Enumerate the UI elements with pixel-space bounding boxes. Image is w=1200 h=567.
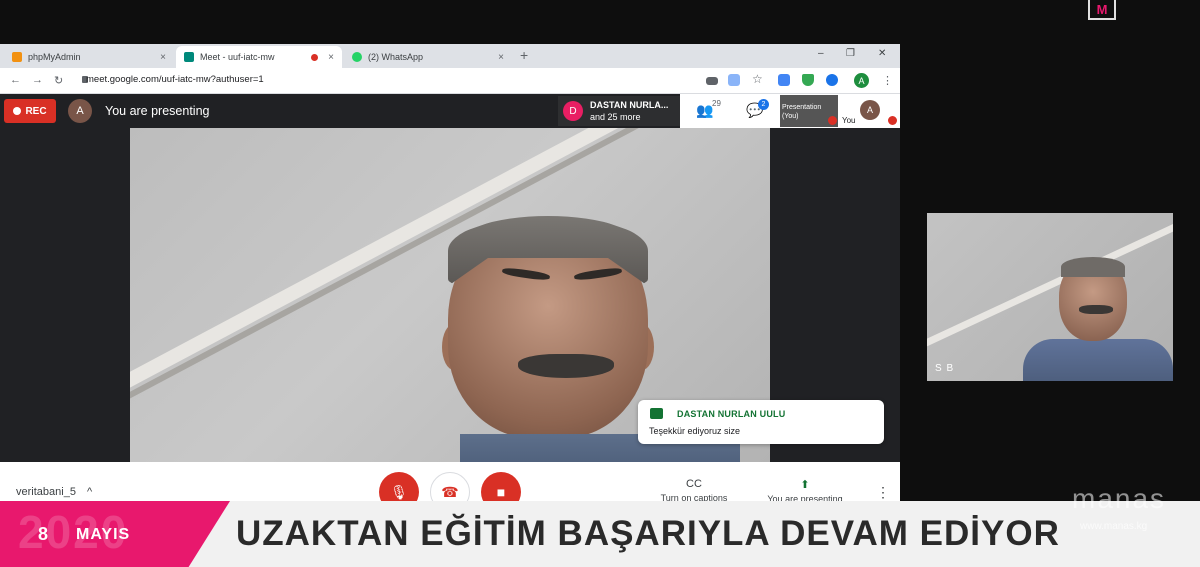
new-tab-button[interactable]: +: [520, 47, 528, 63]
chat-sender: DASTAN NURLAN UULU: [677, 409, 786, 419]
broadcast-logo: M: [1088, 0, 1116, 20]
wall-molding: [927, 213, 1173, 355]
profile-avatar[interactable]: A: [854, 73, 869, 88]
muted-icon: [828, 116, 837, 125]
record-dot-icon: [13, 107, 22, 115]
browser-menu-button[interactable]: ⋮: [882, 74, 893, 87]
chat-count-badge: 2: [758, 99, 769, 110]
url-field[interactable]: meet.google.com/uuf-iatc-mw?authuser=1: [86, 74, 264, 85]
restore-button[interactable]: ❐: [846, 48, 855, 59]
date-panel: 2020 8 MAYIS: [0, 501, 230, 567]
banner-month: MAYIS: [76, 526, 131, 543]
browser-window: phpMyAdmin × Meet - uuf-iatc-mw × (2) Wh…: [0, 44, 900, 504]
tab-phpmyadmin[interactable]: phpMyAdmin ×: [4, 46, 174, 68]
participant-shirt: [1023, 339, 1173, 381]
presenting-status: You are presenting: [105, 104, 210, 118]
tab-label: phpMyAdmin: [28, 52, 81, 62]
chat-message-icon: [650, 408, 663, 419]
participant-avatar: D: [563, 101, 583, 121]
tab-close-icon[interactable]: ×: [160, 52, 166, 63]
more-options-button[interactable]: ⋮: [876, 484, 890, 501]
star-icon[interactable]: ☆: [752, 72, 764, 86]
camera-toggle-button[interactable]: ■: [481, 472, 521, 504]
brand-name: manas: [1072, 483, 1167, 514]
chat-message: Teşekkür ediyoruz size: [649, 426, 741, 436]
meet-favicon-icon: [184, 52, 194, 62]
brand-watermark: manas www.manas.kg: [1072, 483, 1188, 532]
meet-bottom-bar: veritabani_5 ^ 🎙 ☎ ■ CC Turn on captions…: [0, 462, 900, 504]
participant-name: DASTAN NURLA...: [590, 100, 669, 110]
present-icon: ⬆: [800, 479, 810, 491]
self-muted-icon: [888, 116, 897, 125]
tab-whatsapp[interactable]: (2) WhatsApp ×: [344, 46, 512, 68]
meet-header: REC A You are presenting D DASTAN NURLA.…: [0, 94, 900, 128]
news-banner: 2020 8 MAYIS UZAKTAN EĞİTİM BAŞARIYLA DE…: [0, 501, 1200, 567]
you-label: You: [842, 116, 856, 125]
tab-label: Meet - uuf-iatc-mw: [200, 52, 275, 62]
banner-day: 8: [38, 524, 49, 544]
participant-hair: [1061, 257, 1125, 277]
captions-icon: CC: [686, 478, 702, 490]
participant-thumbnail[interactable]: S B: [927, 213, 1173, 381]
back-button[interactable]: ←: [10, 74, 21, 86]
active-speaker-chip[interactable]: D DASTAN NURLA... and 25 more: [558, 96, 680, 126]
globe-extension-icon[interactable]: [826, 74, 838, 86]
screen: M phpMyAdmin × Meet - uuf-iatc-mw × (2) …: [0, 0, 1200, 567]
mustache: [518, 354, 614, 378]
close-window-button[interactable]: ✕: [878, 48, 886, 59]
phpmyadmin-favicon-icon: [12, 52, 22, 62]
hang-up-button[interactable]: ☎: [430, 472, 470, 504]
tab-close-icon[interactable]: ×: [498, 52, 504, 63]
whatsapp-favicon-icon: [352, 52, 362, 62]
chat-notification[interactable]: DASTAN NURLAN UULU Teşekkür ediyoruz siz…: [638, 400, 884, 444]
minimize-button[interactable]: –: [818, 48, 824, 59]
phone-icon: ☎: [441, 483, 459, 500]
tab-meet[interactable]: Meet - uuf-iatc-mw ×: [176, 46, 342, 68]
tab-label: (2) WhatsApp: [368, 52, 424, 62]
banner-headline: UZAKTAN EĞİTİM BAŞARIYLA DEVAM EDİYOR: [236, 514, 1060, 553]
tab-strip: phpMyAdmin × Meet - uuf-iatc-mw × (2) Wh…: [0, 44, 900, 68]
self-avatar[interactable]: A: [860, 100, 880, 120]
mic-off-icon: 🎙: [390, 483, 408, 500]
meeting-name: veritabani_5: [16, 486, 76, 498]
mustache: [1079, 305, 1113, 314]
address-bar: ← → ↻ meet.google.com/uuf-iatc-mw?authus…: [0, 68, 900, 94]
camera-indicator-icon[interactable]: [706, 77, 718, 85]
tab-close-icon[interactable]: ×: [328, 52, 334, 63]
rec-label: REC: [25, 105, 47, 117]
people-icon[interactable]: 👥: [696, 102, 713, 119]
brand-site: www.manas.kg: [1080, 521, 1148, 532]
translate-icon[interactable]: [728, 74, 740, 86]
presenter-avatar: A: [68, 99, 92, 123]
recording-dot-icon: [311, 53, 318, 61]
reload-button[interactable]: ↻: [54, 74, 63, 87]
extension-icon[interactable]: [778, 74, 790, 86]
mic-toggle-button[interactable]: 🎙: [379, 472, 419, 504]
people-count: 29: [712, 99, 721, 108]
thumbnail-label: S B: [935, 363, 955, 374]
caret-up-icon: ^: [87, 486, 93, 498]
captions-button[interactable]: CC Turn on captions: [656, 478, 732, 503]
meet-toolbar: 👥 29 💬 2 Presentation (You) You A: [680, 94, 900, 128]
meeting-details-button[interactable]: veritabani_5 ^: [16, 486, 92, 498]
forward-button[interactable]: →: [32, 74, 43, 86]
participant-more: and 25 more: [590, 112, 641, 122]
camera-off-icon: ■: [496, 484, 506, 500]
shield-extension-icon[interactable]: [802, 74, 814, 86]
recording-indicator[interactable]: REC: [4, 99, 56, 123]
